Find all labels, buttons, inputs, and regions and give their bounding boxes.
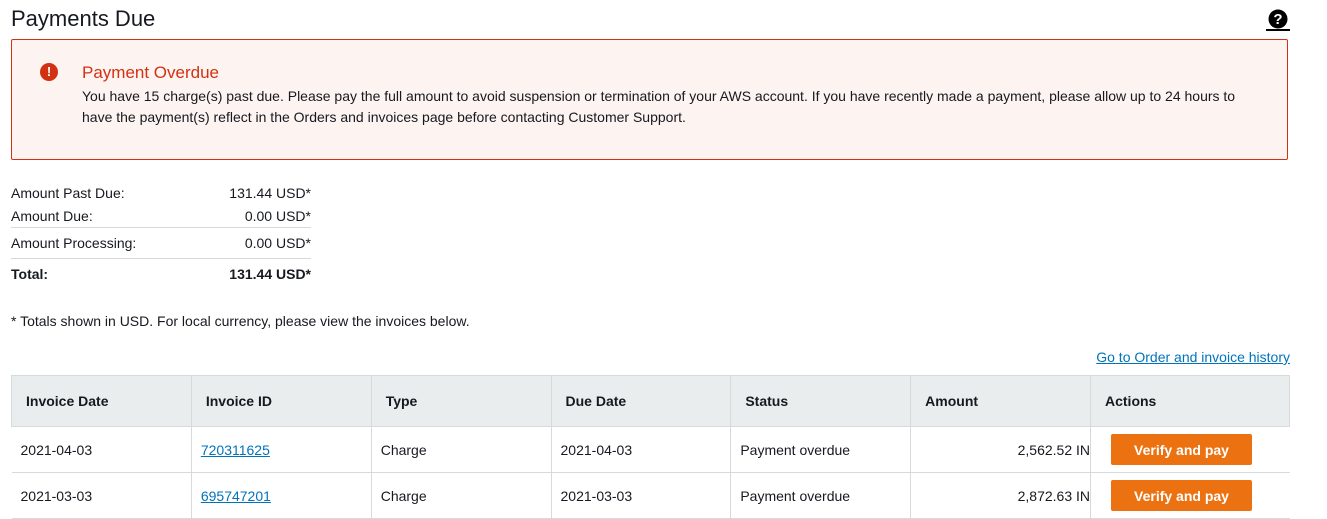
header-due-date[interactable]: Due Date bbox=[550, 375, 732, 427]
summary-row-due: Amount Due: 0.00 USD* bbox=[11, 204, 311, 227]
summary-row-total: Total: 131.44 USD* bbox=[11, 258, 311, 289]
due-date-cell: 2021-03-03 bbox=[551, 472, 732, 519]
status-cell: Payment overdue bbox=[730, 472, 912, 519]
svg-text:?: ? bbox=[1273, 11, 1282, 28]
verify-and-pay-button[interactable]: Verify and pay bbox=[1111, 480, 1252, 511]
verify-and-pay-button[interactable]: Verify and pay bbox=[1111, 434, 1252, 465]
due-label: Amount Due: bbox=[11, 207, 93, 224]
header-type[interactable]: Type bbox=[370, 375, 552, 427]
status-cell: Payment overdue bbox=[730, 426, 912, 473]
amount-cell: 2,872.63 IN bbox=[910, 472, 1091, 519]
processing-value: 0.00 USD* bbox=[244, 235, 311, 251]
order-invoice-history-link[interactable]: Go to Order and invoice history bbox=[1096, 349, 1290, 365]
invoices-table: Invoice Date Invoice ID Type Due Date St… bbox=[11, 375, 1290, 519]
currency-note: * Totals shown in USD. For local currenc… bbox=[11, 313, 470, 329]
table-row: 2021-04-03 720311625 Charge 2021-04-03 P… bbox=[11, 426, 1290, 473]
invoice-id-cell: 695747201 bbox=[191, 472, 372, 519]
invoice-date-cell: 2021-04-03 bbox=[11, 426, 192, 473]
payment-overdue-alert: ! Payment Overdue You have 15 charge(s) … bbox=[11, 39, 1288, 160]
invoice-id-cell: 720311625 bbox=[191, 426, 372, 473]
invoice-date-cell: 2021-03-03 bbox=[11, 472, 192, 519]
invoice-id-link[interactable]: 720311625 bbox=[201, 442, 270, 458]
summary-row-processing: Amount Processing: 0.00 USD* bbox=[11, 227, 311, 258]
total-label: Total: bbox=[11, 266, 49, 282]
table-header-row: Invoice Date Invoice ID Type Due Date St… bbox=[11, 375, 1290, 427]
due-value: 0.00 USD* bbox=[244, 207, 311, 224]
past-due-value: 131.44 USD* bbox=[229, 184, 311, 201]
header-invoice-id[interactable]: Invoice ID bbox=[190, 375, 372, 427]
alert-message: You have 15 charge(s) past due. Please p… bbox=[82, 88, 1236, 125]
amount-summary: Amount Past Due: 131.44 USD* Amount Due:… bbox=[11, 181, 311, 289]
alert-title: Payment Overdue bbox=[82, 63, 220, 82]
past-due-label: Amount Past Due: bbox=[11, 184, 125, 201]
type-cell: Charge bbox=[371, 426, 552, 473]
actions-cell: Verify and pay bbox=[1090, 426, 1290, 473]
invoice-id-link[interactable]: 695747201 bbox=[201, 488, 271, 504]
total-value: 131.44 USD* bbox=[229, 266, 311, 282]
actions-cell: Verify and pay bbox=[1090, 472, 1290, 519]
exclamation-circle-icon: ! bbox=[40, 63, 58, 81]
header-amount[interactable]: Amount bbox=[910, 375, 1091, 427]
header-actions: Actions bbox=[1090, 375, 1290, 427]
page-title: Payments Due bbox=[11, 6, 156, 31]
header-invoice-date[interactable]: Invoice Date bbox=[11, 375, 192, 427]
processing-label: Amount Processing: bbox=[11, 235, 137, 251]
question-circle-icon[interactable]: ? bbox=[1266, 9, 1290, 33]
header-status[interactable]: Status bbox=[730, 375, 912, 427]
table-row: 2021-03-03 695747201 Charge 2021-03-03 P… bbox=[11, 472, 1290, 519]
amount-cell: 2,562.52 IN bbox=[910, 426, 1091, 473]
summary-row-past-due: Amount Past Due: 131.44 USD* bbox=[11, 181, 311, 204]
type-cell: Charge bbox=[371, 472, 552, 519]
due-date-cell: 2021-04-03 bbox=[551, 426, 732, 473]
